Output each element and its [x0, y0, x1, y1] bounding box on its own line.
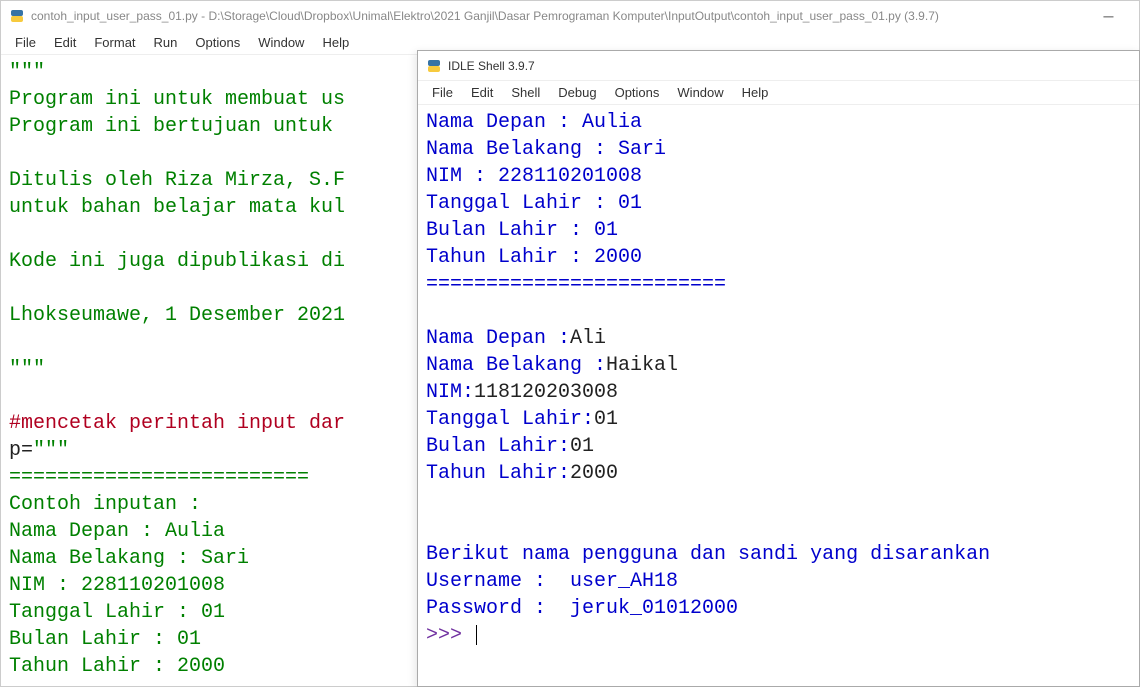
shell-menubar: File Edit Shell Debug Options Window Hel… [418, 81, 1139, 105]
code-line: untuk bahan belajar mata kul [9, 196, 345, 219]
code-line: p= [9, 439, 33, 462]
menu-edit[interactable]: Edit [463, 83, 501, 102]
code-line: Tanggal Lahir : 01 [9, 601, 225, 624]
out-line: 01 [570, 435, 594, 458]
out-line: Username : user_AH18 [426, 570, 678, 593]
editor-window-controls: ─ [1086, 1, 1131, 31]
code-line: """ [33, 439, 69, 462]
menu-edit[interactable]: Edit [46, 33, 84, 52]
out-line: 118120203008 [474, 381, 618, 404]
out-line: Bulan Lahir: [426, 435, 570, 458]
editor-title: contoh_input_user_pass_01.py - D:\Storag… [31, 9, 939, 23]
code-line: Contoh inputan : [9, 493, 201, 516]
prompt: >>> [426, 624, 474, 647]
menu-file[interactable]: File [424, 83, 461, 102]
python-icon [9, 8, 25, 24]
shell-titlebar: IDLE Shell 3.9.7 [418, 51, 1139, 81]
menu-file[interactable]: File [7, 33, 44, 52]
minimize-button[interactable]: ─ [1086, 1, 1131, 31]
out-line: 2000 [570, 462, 618, 485]
out-line: Berikut nama pengguna dan sandi yang dis… [426, 543, 990, 566]
code-line: Tahun Lahir : 2000 [9, 655, 225, 678]
out-line: ========================= [426, 273, 726, 296]
out-line: Password : jeruk_01012000 [426, 597, 738, 620]
out-line: Tanggal Lahir : 01 [426, 192, 642, 215]
out-line: Haikal [606, 354, 678, 377]
code-line: #mencetak perintah input dar [9, 412, 345, 435]
out-line: Tanggal Lahir: [426, 408, 594, 431]
python-icon [426, 58, 442, 74]
code-line: Ditulis oleh Riza Mirza, S.F [9, 169, 345, 192]
menu-window[interactable]: Window [669, 83, 731, 102]
menu-window[interactable]: Window [250, 33, 312, 52]
code-line: Nama Belakang : Sari [9, 547, 249, 570]
out-line: Nama Belakang : Sari [426, 138, 666, 161]
code-line: """ [9, 61, 45, 84]
out-line: Tahun Lahir : 2000 [426, 246, 642, 269]
menu-debug[interactable]: Debug [550, 83, 604, 102]
code-line: Program ini untuk membuat us [9, 88, 345, 111]
menu-options[interactable]: Options [187, 33, 248, 52]
code-line: Kode ini juga dipublikasi di [9, 250, 345, 273]
editor-titlebar: contoh_input_user_pass_01.py - D:\Storag… [1, 1, 1139, 31]
shell-title: IDLE Shell 3.9.7 [448, 59, 535, 73]
out-line: NIM : 228110201008 [426, 165, 642, 188]
code-line: ========================= [9, 466, 309, 489]
code-line: Program ini bertujuan untuk [9, 115, 345, 138]
menu-help[interactable]: Help [314, 33, 357, 52]
code-line: Bulan Lahir : 01 [9, 628, 201, 651]
out-line: NIM: [426, 381, 474, 404]
code-line: NIM : 228110201008 [9, 574, 225, 597]
code-line: """ [9, 358, 45, 381]
code-line: Nama Depan : Aulia [9, 520, 225, 543]
shell-window: IDLE Shell 3.9.7 File Edit Shell Debug O… [417, 50, 1140, 687]
out-line: 01 [594, 408, 618, 431]
shell-output-area[interactable]: Nama Depan : Aulia Nama Belakang : Sari … [418, 105, 1139, 653]
out-line: Ali [570, 327, 606, 350]
out-line: Nama Depan : [426, 327, 570, 350]
out-line: Tahun Lahir: [426, 462, 570, 485]
out-line: Bulan Lahir : 01 [426, 219, 618, 242]
menu-options[interactable]: Options [607, 83, 668, 102]
out-line: Nama Belakang : [426, 354, 606, 377]
menu-run[interactable]: Run [146, 33, 186, 52]
code-line: Lhokseumawe, 1 Desember 2021 [9, 304, 345, 327]
out-line: Nama Depan : Aulia [426, 111, 642, 134]
text-cursor [476, 625, 477, 645]
menu-format[interactable]: Format [86, 33, 143, 52]
menu-help[interactable]: Help [734, 83, 777, 102]
menu-shell[interactable]: Shell [503, 83, 548, 102]
